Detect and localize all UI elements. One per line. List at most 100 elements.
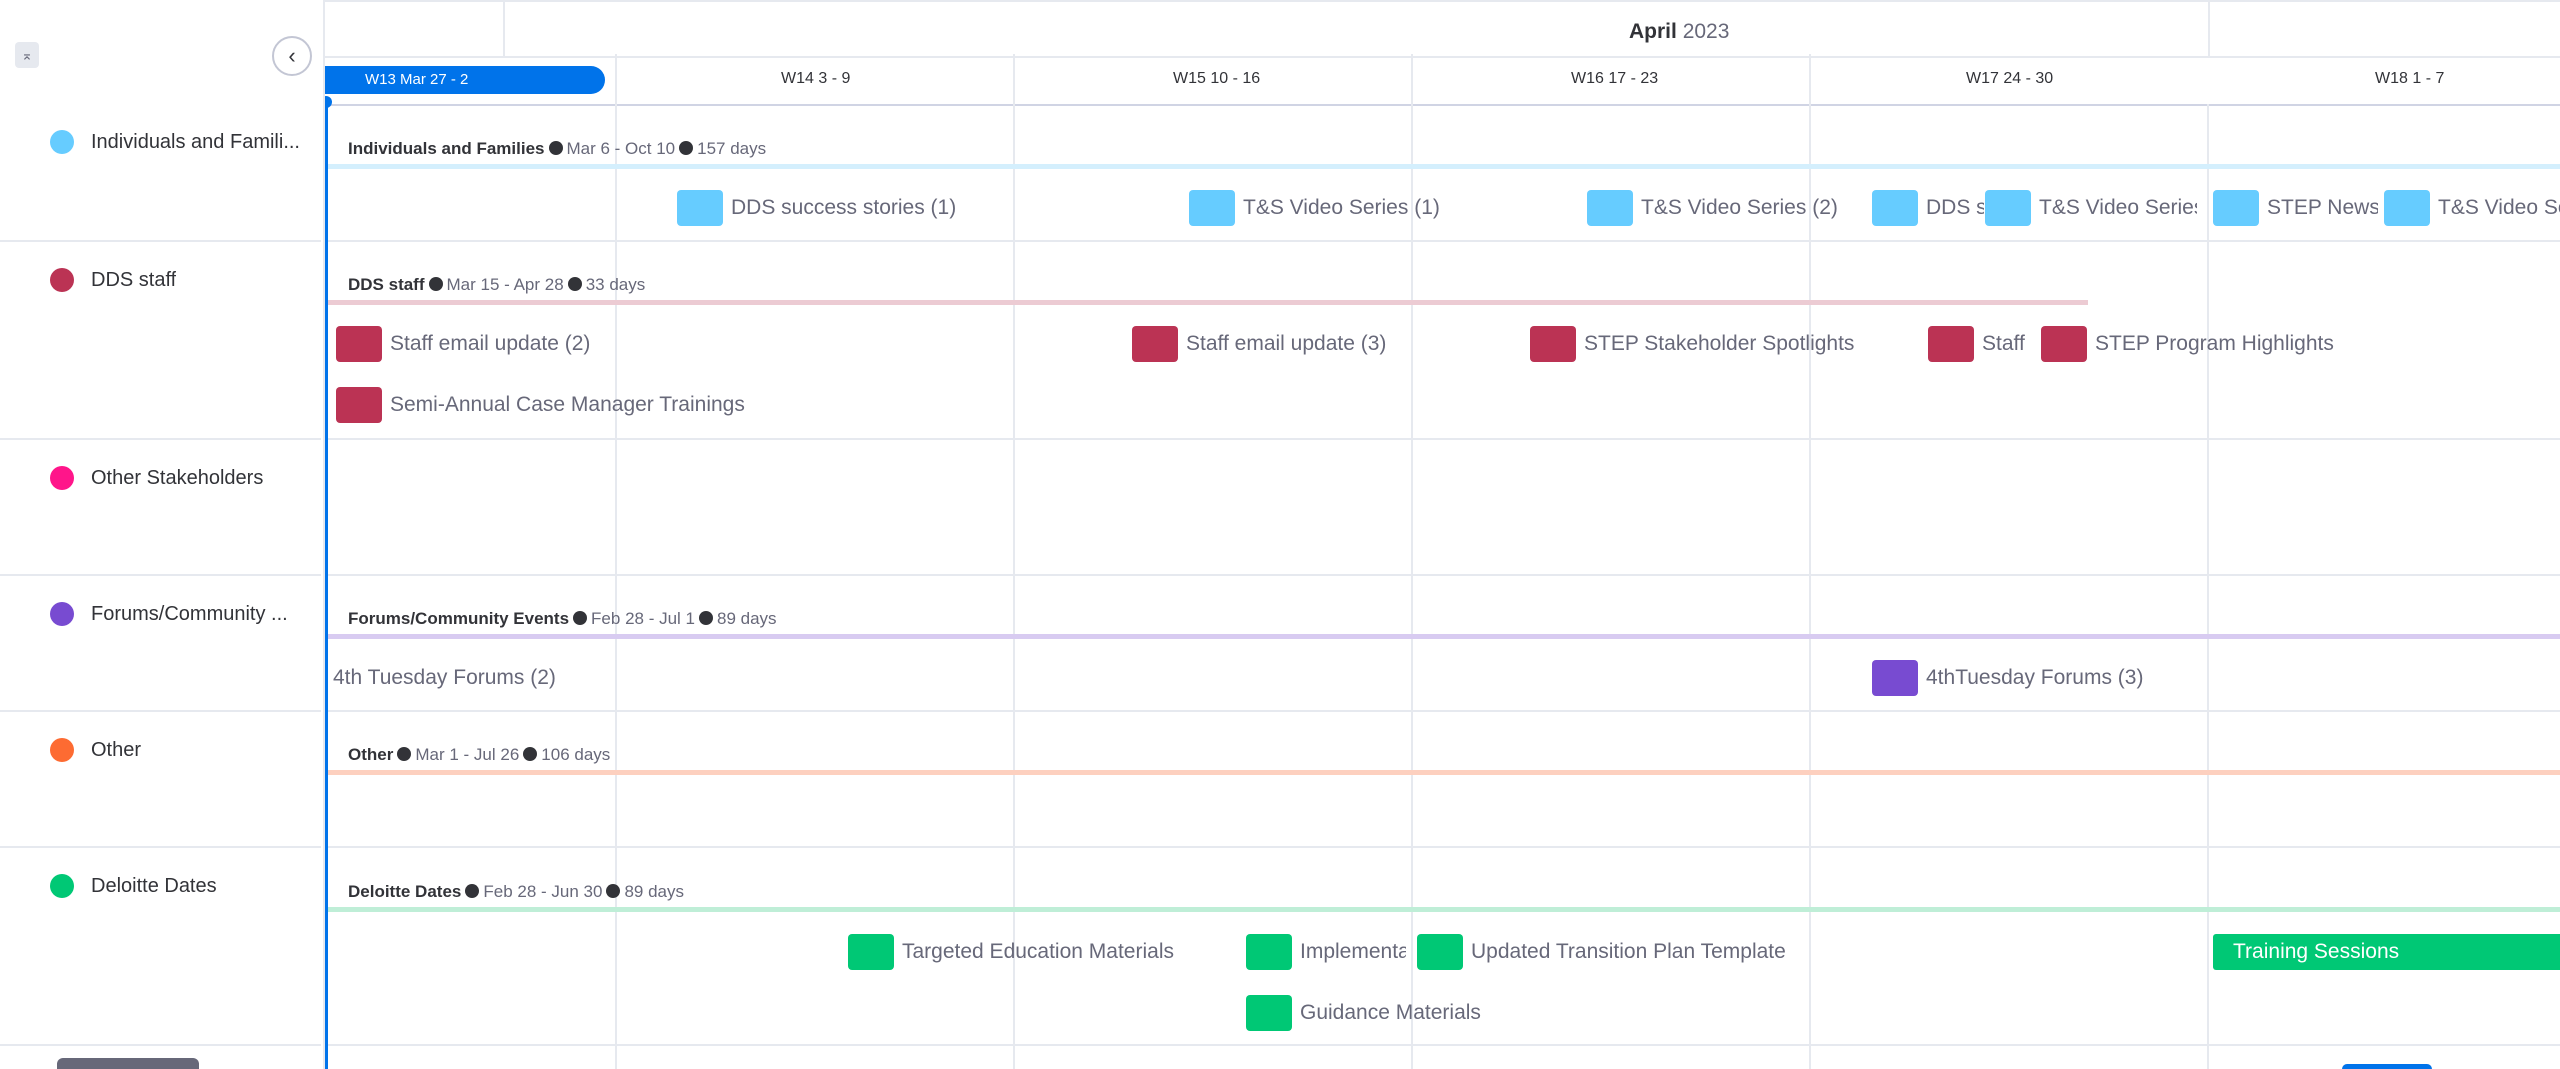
group-row-deloitte[interactable]: Deloitte Dates [0,846,321,1046]
timeline-item[interactable]: 4thTuesday Forums (3) [1872,660,2143,696]
timeline-item[interactable]: T&S Video Series [1985,190,2197,226]
item-color-icon [1985,190,2031,226]
group-duration: 157 days [697,139,767,158]
timeline-item[interactable]: STEP Program Highlights [2041,326,2334,362]
item-color-icon [2384,190,2430,226]
group-summary[interactable]: Deloitte Dates Feb 28 - Jun 30 89 days [348,882,684,902]
timeline-item[interactable]: STEP Stakeholder Spotlights [1530,326,1854,362]
chevron-left-icon[interactable]: ‹ [272,36,312,76]
week-gridline [2207,104,2209,1069]
group-duration: 89 days [624,882,684,901]
group-color-dot [50,602,74,626]
item-label: 4thTuesday Forums (3) [1926,666,2144,689]
group-name: Other [91,739,142,761]
week-label: W18 1 - 7 [2375,70,2445,87]
timeline-item[interactable]: Staff [1928,326,2038,362]
item-label: 4th Tuesday Forums (2) [333,666,556,689]
item-label: Semi-Annual Case Manager Trainings [390,393,745,416]
group-dates: Feb 28 - Jun 30 [483,882,603,901]
group-duration: 89 days [717,609,777,628]
week-gridline [615,54,617,1069]
group-summary[interactable]: Other Mar 1 - Jul 26 106 days [348,745,610,765]
group-summary[interactable]: Forums/Community Events Feb 28 - Jul 1 89 … [348,609,777,629]
group-dates: Mar 1 - Jul 26 [415,745,520,764]
dot-icon [523,747,538,761]
timeline-item[interactable]: Staff email update (2) [336,326,590,362]
group-duration: 106 days [541,745,611,764]
group-timeline-bar [323,164,2560,169]
timeline-item[interactable]: T&S Video Series (2) [1587,190,1838,226]
dot-icon [567,277,582,291]
group-summary[interactable]: Individuals and Families Mar 6 - Oct 10 15… [348,139,766,159]
chevrons-collapse-icon[interactable]: ⌅ [15,42,39,68]
item-label: DDS s [1926,196,1984,219]
group-row-other-stakeholders[interactable]: Other Stakeholders [0,438,321,576]
header-divider [2208,2,2210,56]
group-color-dot [50,466,74,490]
item-color-icon [1928,326,1974,362]
dot-icon [699,611,713,625]
group-summary[interactable]: DDS staff Mar 15 - Apr 28 33 days [348,275,645,295]
item-label: STEP Stakeholder Spotlights [1584,332,1855,355]
dot-icon [679,141,694,155]
timeline-item-bar[interactable]: Training Sessions [2213,934,2560,970]
group-summary-name: Individuals and Families [348,139,545,158]
item-color-icon [2041,326,2087,362]
group-row-dds-staff[interactable]: DDS staff [0,240,321,440]
item-color-icon [1246,934,1292,970]
group-duration: 33 days [585,275,646,294]
item-label: STEP News [2267,196,2378,219]
timeline-item[interactable]: T&S Video Series (1) [1189,190,1440,226]
item-label: Updated Transition Plan Template [1471,940,1786,963]
group-dates: Feb 28 - Jul 1 [591,609,695,628]
group-summary-name: DDS staff [348,275,425,294]
dot-icon [428,277,443,291]
row-divider [323,574,2560,576]
today-line [325,100,328,1069]
group-timeline-bar [323,907,2560,912]
row-divider [323,240,2560,242]
item-color-icon [1246,995,1292,1031]
header-divider [503,2,505,56]
group-dates: Mar 6 - Oct 10 [566,139,676,158]
group-summary-name: Forums/Community Events [348,609,570,628]
item-label: Staff [1982,332,2025,355]
group-color-dot [50,268,74,292]
dot-icon [548,141,563,155]
timeline-item[interactable]: DDS success stories (1) [677,190,956,226]
timeline-item[interactable]: Updated Transition Plan Template [1417,934,1786,970]
item-label: STEP Program Highlights [2095,332,2334,355]
resize-handle[interactable] [57,1058,199,1069]
group-dates: Mar 15 - Apr 28 [446,275,564,294]
current-week-marker: W13 Mar 27 - 2 [323,66,605,94]
item-color-icon [1417,934,1463,970]
timeline-item[interactable]: Guidance Materials [1246,995,1481,1031]
group-color-dot [50,738,74,762]
scroll-indicator[interactable] [2342,1064,2432,1069]
month-name: April [1629,20,1677,43]
timeline-item[interactable]: 4th Tuesday Forums (2) [323,660,556,696]
group-row-individuals[interactable]: Individuals and Famili... [0,104,321,242]
timeline-item[interactable]: Targeted Education Materials [848,934,1174,970]
timeline-item[interactable]: T&S Video Se [2384,190,2560,226]
group-timeline-bar [323,634,2560,639]
item-color-icon [1872,190,1918,226]
row-divider [323,438,2560,440]
week-label: W16 17 - 23 [1571,70,1659,87]
timeline-item[interactable]: Staff email update (3) [1132,326,1386,362]
group-row-other[interactable]: Other [0,710,321,848]
group-row-forums[interactable]: Forums/Community ... [0,574,321,712]
dot-icon [465,884,480,898]
timeline-item[interactable]: Implementa [1246,934,1406,970]
item-color-icon [2213,190,2259,226]
item-color-icon [336,387,382,423]
item-label: T&S Video Se [2438,196,2560,219]
week-label: W14 3 - 9 [781,70,851,87]
item-label: Staff email update (3) [1186,332,1387,355]
timeline-item[interactable]: DDS s [1872,190,1984,226]
item-label: T&S Video Series (2) [1641,196,1838,219]
item-label: T&S Video Series (1) [1243,196,1440,219]
week-header: W14 3 - 9 W15 10 - 16 W16 17 - 23 W17 24… [323,54,2560,106]
timeline-item[interactable]: STEP News [2213,190,2378,226]
timeline-item[interactable]: Semi-Annual Case Manager Trainings [336,387,745,423]
